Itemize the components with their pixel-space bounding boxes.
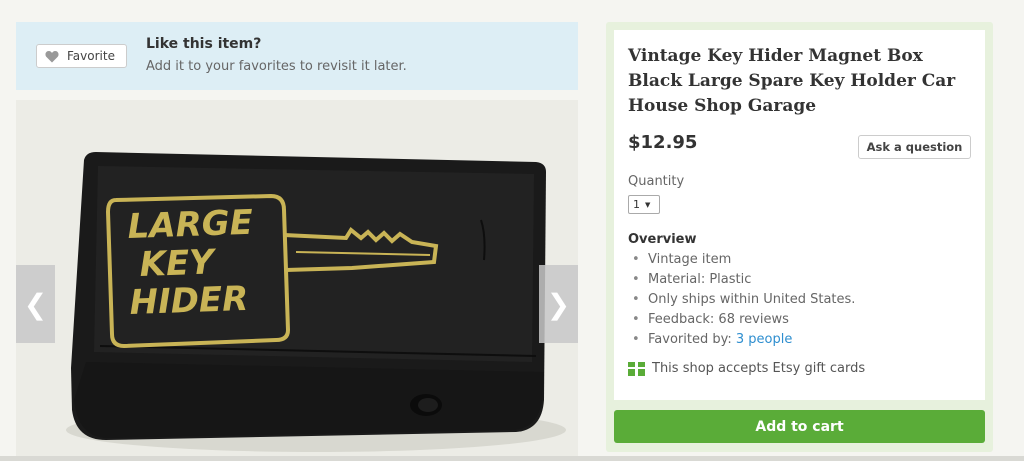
bottom-scroll-edge bbox=[0, 456, 1024, 461]
favorite-title: Like this item? bbox=[146, 36, 262, 52]
product-image[interactable]: LARGE KEY HIDER ❮ ❯ bbox=[16, 100, 578, 461]
add-to-cart-button[interactable]: Add to cart bbox=[614, 410, 985, 443]
overview-list: • Vintage item • Material: Plastic • Only s… bbox=[628, 250, 855, 350]
overview-item: • Feedback: 68 reviews bbox=[632, 312, 789, 327]
favorite-button[interactable]: Favorite bbox=[36, 44, 127, 68]
favorite-subtitle: Add it to your favorites to revisit it l… bbox=[146, 59, 407, 74]
quantity-label: Quantity bbox=[628, 174, 685, 189]
overview-item: • Only ships within United States. bbox=[632, 292, 856, 307]
gift-card-text: This shop accepts Etsy gift cards bbox=[652, 361, 866, 376]
chevron-left-icon: ❮ bbox=[23, 287, 48, 321]
overview-item-favorited: • Favorited by: 3 people bbox=[632, 332, 793, 347]
listing-title: Vintage Key Hider Magnet Box Black Large… bbox=[628, 46, 956, 116]
heart-icon bbox=[45, 50, 59, 62]
overview-item: • Material: Plastic bbox=[632, 272, 752, 287]
box-label-line3: HIDER bbox=[129, 279, 249, 323]
listing-page: Favorite Like this item? Add it to your … bbox=[0, 0, 1024, 461]
quantity-select[interactable]: 1 ▼ bbox=[628, 195, 660, 214]
favorite-banner: Favorite Like this item? Add it to your … bbox=[16, 22, 578, 90]
gift-icon bbox=[628, 361, 645, 376]
quantity-value: 1 bbox=[633, 198, 640, 211]
favorite-button-label: Favorite bbox=[67, 49, 115, 63]
caret-down-icon: ▼ bbox=[645, 200, 651, 209]
listing-panel: Vintage Key Hider Magnet Box Black Large… bbox=[614, 30, 985, 400]
product-photo: LARGE KEY HIDER bbox=[16, 100, 578, 461]
favorited-by-link[interactable]: 3 people bbox=[736, 332, 792, 347]
gift-card-notice: This shop accepts Etsy gift cards bbox=[628, 361, 865, 376]
box-label-line2: KEY bbox=[139, 242, 218, 285]
overview-title: Overview bbox=[628, 232, 697, 247]
overview-item: • Vintage item bbox=[632, 252, 732, 267]
listing-price: $12.95 bbox=[628, 132, 698, 153]
ask-question-button[interactable]: Ask a question bbox=[858, 135, 971, 159]
box-label-line1: LARGE bbox=[127, 203, 254, 247]
previous-image-button[interactable]: ❮ bbox=[16, 265, 55, 343]
next-image-button[interactable]: ❯ bbox=[539, 265, 578, 343]
chevron-right-icon: ❯ bbox=[546, 287, 571, 321]
